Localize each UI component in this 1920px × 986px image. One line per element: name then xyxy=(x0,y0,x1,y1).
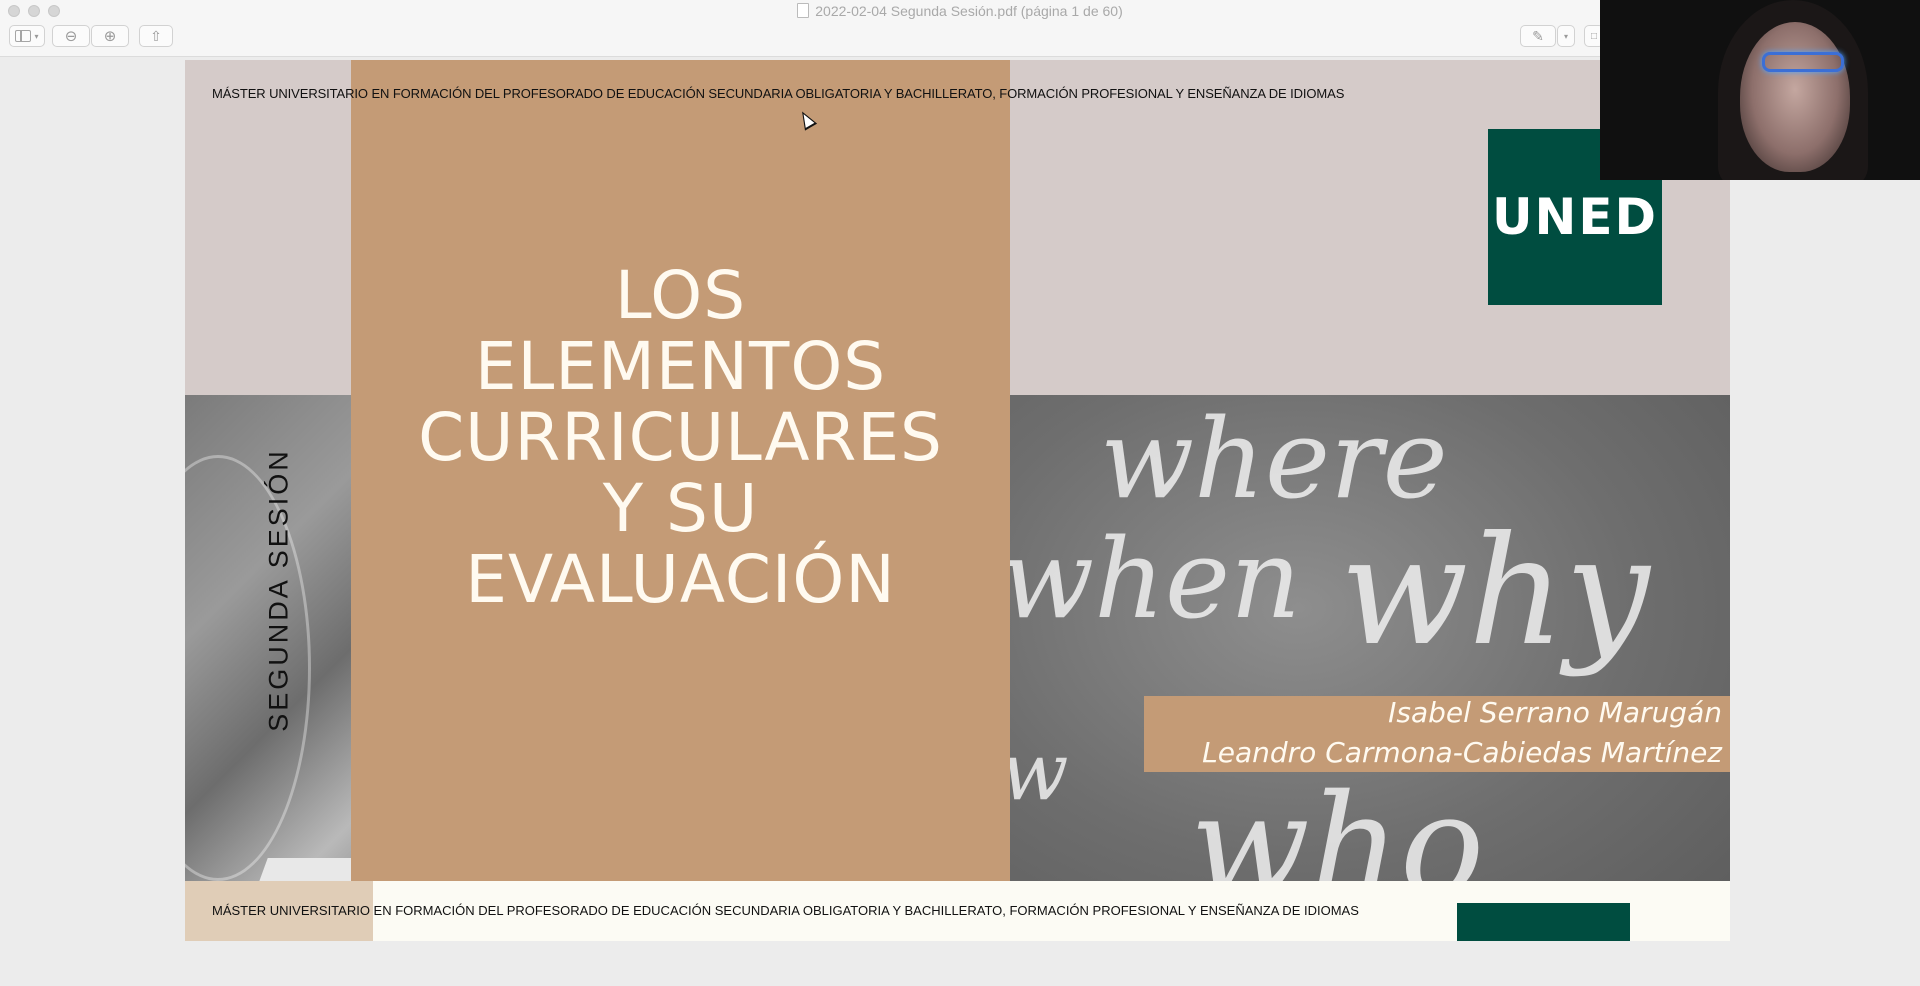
more-icon: □ xyxy=(1590,30,1598,42)
session-label: SEGUNDA SESIÓN xyxy=(263,448,294,732)
title-line: EVALUACIÓN xyxy=(465,541,896,618)
program-header: MÁSTER UNIVERSITARIO EN FORMACIÓN DEL PR… xyxy=(212,86,1345,101)
author-name: Leandro Carmona-Cabiedas Martínez xyxy=(1202,736,1722,769)
share-icon: ⇧ xyxy=(150,27,162,44)
chalk-word: why xyxy=(1340,505,1650,679)
sidebar-icon xyxy=(15,30,32,42)
title-line: LOS xyxy=(614,257,747,334)
window-title-text: 2022-02-04 Segunda Sesión.pdf (página 1 … xyxy=(815,3,1123,19)
title-panel: LOS ELEMENTOS CURRICULARES Y SU EVALUACI… xyxy=(351,60,1010,928)
pdf-file-icon xyxy=(797,3,810,18)
uned-logo xyxy=(1457,903,1630,941)
share-button[interactable]: ⇧ xyxy=(139,25,173,47)
main-title: LOS ELEMENTOS CURRICULARES Y SU EVALUACI… xyxy=(351,260,1010,615)
chalk-word: w xyxy=(1010,725,1068,818)
title-line: CURRICULARES xyxy=(418,399,943,476)
chevron-down-icon: ▾ xyxy=(34,31,39,41)
author-name: Isabel Serrano Marugán xyxy=(1388,696,1722,729)
presenter-glasses xyxy=(1762,52,1844,72)
zoom-out-button[interactable]: ⊖ xyxy=(52,25,90,47)
zoom-in-icon: ⊕ xyxy=(103,28,117,45)
slide-page-1[interactable]: SEGUNDA SESIÓN LOS ELEMENTOS CURRICULARE… xyxy=(185,60,1730,928)
markup-pen-icon: ✎ xyxy=(1532,27,1544,44)
title-line: Y SU xyxy=(602,470,759,547)
sidebar-toggle-button[interactable]: ▾ xyxy=(9,25,45,47)
uned-logo-text: UNED xyxy=(1491,188,1659,246)
markup-button[interactable]: ✎ xyxy=(1520,25,1556,47)
markup-dropdown-button[interactable]: ▾ xyxy=(1557,25,1575,47)
chalk-word: when xyxy=(1010,515,1301,643)
right-chalkboard-photo: where when why w who xyxy=(1010,395,1730,928)
presenter-face xyxy=(1740,22,1850,172)
program-header: MÁSTER UNIVERSITARIO EN FORMACIÓN DEL PR… xyxy=(212,903,1359,918)
chevron-down-icon: ▾ xyxy=(1563,31,1568,41)
authors-box: Isabel Serrano Marugán Leandro Carmona-C… xyxy=(1144,696,1730,772)
chalk-word: where xyxy=(1100,395,1448,523)
webcam-overlay xyxy=(1600,0,1920,180)
slide-page-2[interactable]: MÁSTER UNIVERSITARIO EN FORMACIÓN DEL PR… xyxy=(185,881,1730,941)
zoom-out-icon: ⊖ xyxy=(64,28,78,45)
title-line: ELEMENTOS xyxy=(474,328,887,405)
zoom-in-button[interactable]: ⊕ xyxy=(91,25,129,47)
